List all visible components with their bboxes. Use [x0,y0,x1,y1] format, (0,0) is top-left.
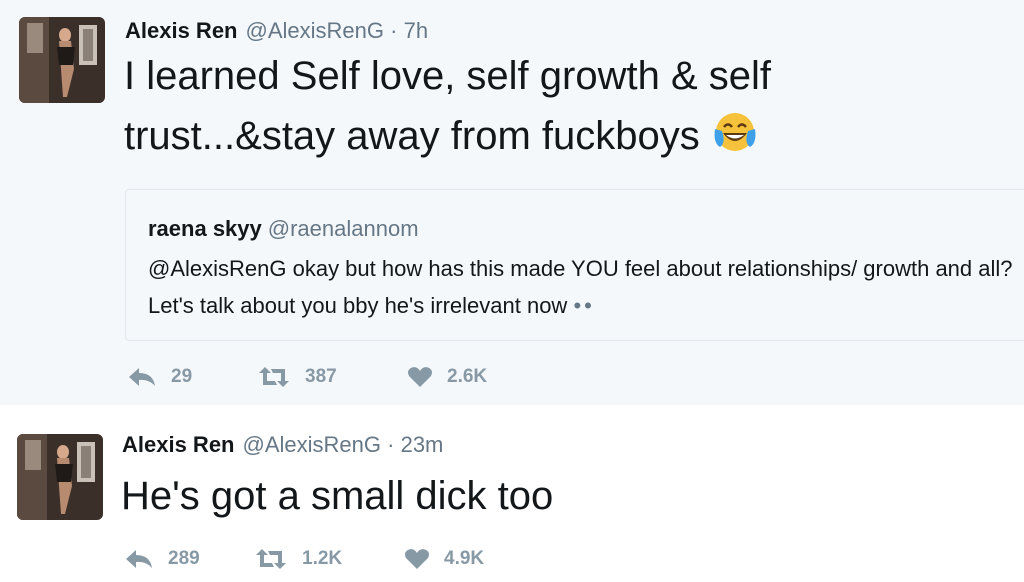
tweet-text: He's got a small dick too [121,474,554,518]
avatar[interactable] [17,434,103,520]
tweet-actions: 289 1.2K 4.9K [124,548,484,570]
like-count: 4.9K [444,548,485,569]
quoted-trailing: •• [573,293,595,318]
separator: · [387,432,395,457]
quoted-text: @AlexisRenG okay but how has this made Y… [148,250,1024,324]
tweet-text-line-2: trust...&stay away from fuckboys [124,106,771,166]
quoted-author-name: raena skyy [148,216,262,241]
reply-count: 29 [171,366,193,387]
reply-button[interactable]: 29 [127,366,257,388]
retweet-button[interactable]: 387 [257,366,407,388]
like-count: 2.6K [447,366,488,387]
author-handle[interactable]: @AlexisRenG [243,432,382,457]
tweet-header: Alexis Ren @AlexisRenG · 23m [122,432,443,458]
heart-icon [408,367,432,387]
profile-photo-icon [19,17,105,103]
timestamp[interactable]: 23m [401,432,444,457]
author-name[interactable]: Alexis Ren [122,432,235,457]
author-name[interactable]: Alexis Ren [125,18,238,43]
retweet-count: 1.2K [302,548,343,569]
timestamp[interactable]: 7h [404,18,428,43]
reply-icon [126,550,152,568]
retweet-icon [256,549,286,569]
retweet-count: 387 [305,366,337,387]
profile-photo-icon [17,434,103,520]
face-with-tears-of-joy-icon [714,113,756,151]
tweet-text-line-1: I learned Self love, self growth & self [124,54,771,98]
reply-count: 289 [168,548,200,569]
quoted-header: raena skyy @raenalannom [148,216,419,242]
tweet-2[interactable]: Alexis Ren @AlexisRenG · 23m He's got a s… [0,405,1024,582]
avatar[interactable] [19,17,105,103]
tweet-text: I learned Self love, self growth & self … [124,46,771,166]
reply-button[interactable]: 289 [124,548,254,570]
like-button[interactable]: 2.6K [407,366,487,388]
reply-icon [129,368,155,386]
retweet-icon [259,367,289,387]
author-handle[interactable]: @AlexisRenG [246,18,385,43]
quoted-author-handle: @raenalannom [267,216,419,241]
tweet-1[interactable]: Alexis Ren @AlexisRenG · 7h I learned Sel… [0,0,1024,405]
tweet-text-line-2-content: trust...&stay away from fuckboys [124,114,700,158]
separator: · [390,18,398,43]
quoted-tweet[interactable]: raena skyy @raenalannom @AlexisRenG okay … [125,189,1024,341]
heart-icon [405,549,429,569]
tweet-header: Alexis Ren @AlexisRenG · 7h [125,18,428,44]
retweet-button[interactable]: 1.2K [254,548,404,570]
tweet-actions: 29 387 2.6K [127,366,487,388]
like-button[interactable]: 4.9K [404,548,484,570]
